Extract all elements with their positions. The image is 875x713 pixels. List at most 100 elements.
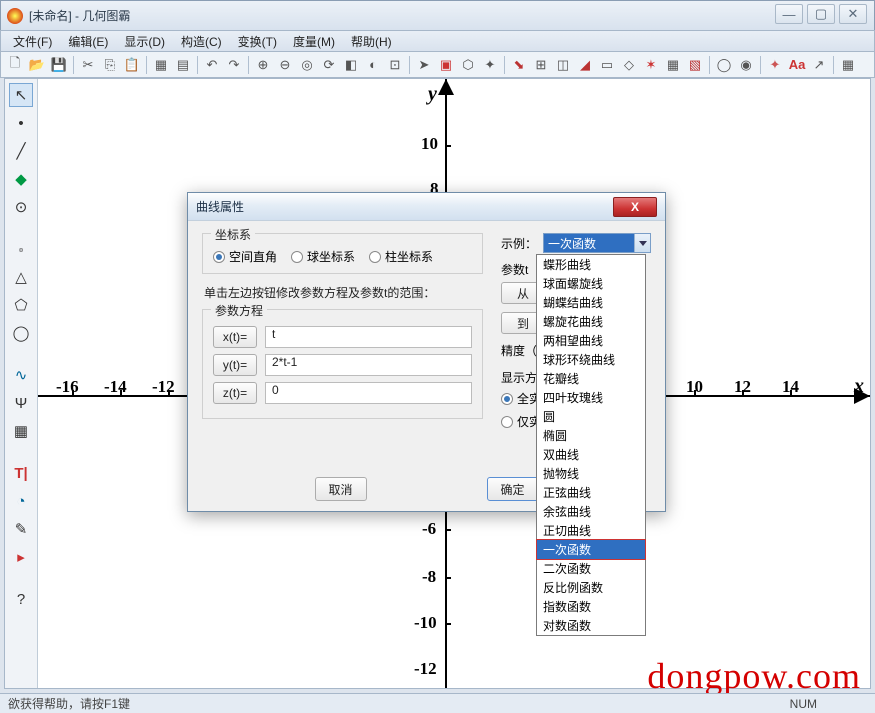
line-tool[interactable]: ╱	[9, 139, 33, 163]
menu-measure[interactable]: 度量(M)	[285, 31, 343, 52]
open-icon[interactable]: 📂	[27, 55, 47, 75]
tool-icon[interactable]: ⊞	[531, 55, 551, 75]
ok-button[interactable]: 确定	[487, 477, 539, 501]
arrow-icon[interactable]: ➤	[414, 55, 434, 75]
pen-tool[interactable]: ✎	[9, 517, 33, 541]
example-dropdown-list[interactable]: 蝶形曲线球面螺旋线蝴蝶结曲线螺旋花曲线两相望曲线球形环绕曲线花瓣线四叶玫瑰线圆椭…	[536, 254, 646, 636]
tool-icon[interactable]: ▭	[597, 55, 617, 75]
tool-icon[interactable]: ▦	[151, 55, 171, 75]
cut-icon[interactable]: ✂	[78, 55, 98, 75]
cancel-button[interactable]: 取消	[315, 477, 367, 501]
yt-input[interactable]: 2*t-1	[265, 354, 472, 376]
dropdown-item[interactable]: 正弦曲线	[537, 483, 645, 502]
dropdown-item[interactable]: 花瓣线	[537, 369, 645, 388]
yt-button[interactable]: y(t)=	[213, 354, 257, 376]
new-icon[interactable]: 🗋	[5, 55, 25, 75]
tool-icon[interactable]: ◫	[553, 55, 573, 75]
dropdown-item[interactable]: 对数函数	[537, 616, 645, 635]
close-button[interactable]: ✕	[839, 4, 867, 24]
tool-icon[interactable]: ▦	[838, 55, 858, 75]
radio-rect[interactable]: 空间直角	[213, 248, 277, 265]
cube-tool[interactable]: ⬞	[9, 237, 33, 261]
redo-icon[interactable]: ↷	[224, 55, 244, 75]
dropdown-item[interactable]: 圆	[537, 407, 645, 426]
dropdown-item[interactable]: 反比例函数	[537, 578, 645, 597]
dialog-close-button[interactable]: X	[613, 197, 657, 217]
polygon-tool[interactable]: ◆	[9, 167, 33, 191]
tool-icon[interactable]: ⬡	[458, 55, 478, 75]
xt-button[interactable]: x(t)=	[213, 326, 257, 348]
dropdown-item[interactable]: 四叶玫瑰线	[537, 388, 645, 407]
measure-tool[interactable]: ◔	[9, 489, 33, 513]
dropdown-item[interactable]: 球形环绕曲线	[537, 350, 645, 369]
pointer-tool[interactable]: ↖	[9, 83, 33, 107]
dropdown-item[interactable]: 椭圆	[537, 426, 645, 445]
zt-input[interactable]: 0	[265, 382, 472, 404]
tool-icon[interactable]: ⊡	[385, 55, 405, 75]
function-tool[interactable]: Ψ	[9, 391, 33, 415]
dropdown-item[interactable]: 螺旋花曲线	[537, 312, 645, 331]
tool-icon[interactable]: ✶	[641, 55, 661, 75]
tool-icon[interactable]: ↗	[809, 55, 829, 75]
menu-edit[interactable]: 编辑(E)	[60, 31, 116, 52]
tool-icon[interactable]: ✦	[765, 55, 785, 75]
menu-construct[interactable]: 构造(C)	[173, 31, 230, 52]
menu-view[interactable]: 显示(D)	[116, 31, 173, 52]
text-icon[interactable]: Aa	[787, 55, 807, 75]
zoom-icon[interactable]: ⊕	[253, 55, 273, 75]
minimize-button[interactable]: —	[775, 4, 803, 24]
play-tool[interactable]: ▸	[9, 545, 33, 569]
calc-tool[interactable]: ▦	[9, 419, 33, 443]
menu-help[interactable]: 帮助(H)	[343, 31, 400, 52]
tool-icon[interactable]: ◯	[714, 55, 734, 75]
tool-icon[interactable]: ▣	[436, 55, 456, 75]
dropdown-item[interactable]: 二次函数	[537, 559, 645, 578]
undo-icon[interactable]: ↶	[202, 55, 222, 75]
tick-label: -8	[422, 567, 436, 587]
tool-icon[interactable]: ◢	[575, 55, 595, 75]
tool-icon[interactable]: ◇	[619, 55, 639, 75]
help-tool[interactable]: ?	[9, 587, 33, 611]
dropdown-item[interactable]: 抛物线	[537, 464, 645, 483]
chevron-down-icon[interactable]	[634, 234, 650, 252]
circle-tool[interactable]: ⊙	[9, 195, 33, 219]
xt-input[interactable]: t	[265, 326, 472, 348]
example-combo[interactable]: 一次函数	[543, 233, 651, 253]
save-icon[interactable]: 💾	[49, 55, 69, 75]
maximize-button[interactable]: ▢	[807, 4, 835, 24]
dropdown-item[interactable]: 蝴蝶结曲线	[537, 293, 645, 312]
point-tool[interactable]: •	[9, 111, 33, 135]
tool-icon[interactable]: ⬊	[509, 55, 529, 75]
tool-icon[interactable]: ◉	[736, 55, 756, 75]
zt-button[interactable]: z(t)=	[213, 382, 257, 404]
tool-icon[interactable]: ◐	[363, 55, 383, 75]
tool-icon[interactable]: ⟳	[319, 55, 339, 75]
dropdown-item[interactable]: 指数函数	[537, 597, 645, 616]
dropdown-item[interactable]: 一次函数	[536, 539, 646, 560]
dropdown-item[interactable]: 两相望曲线	[537, 331, 645, 350]
tool-icon[interactable]: ▦	[663, 55, 683, 75]
tool-icon[interactable]: ◧	[341, 55, 361, 75]
tetra-tool[interactable]: △	[9, 265, 33, 289]
menu-file[interactable]: 文件(F)	[5, 31, 60, 52]
tool-icon[interactable]: ◎	[297, 55, 317, 75]
radio-sphere[interactable]: 球坐标系	[291, 248, 355, 265]
dropdown-item[interactable]: 双曲线	[537, 445, 645, 464]
tool-icon[interactable]: ✦	[480, 55, 500, 75]
zoom-icon[interactable]: ⊖	[275, 55, 295, 75]
text-tool[interactable]: T|	[9, 461, 33, 485]
paste-icon[interactable]: 📋	[122, 55, 142, 75]
dialog-titlebar[interactable]: 曲线属性 X	[188, 193, 665, 221]
menu-transform[interactable]: 变换(T)	[230, 31, 285, 52]
dropdown-item[interactable]: 蝶形曲线	[537, 255, 645, 274]
dropdown-item[interactable]: 正切曲线	[537, 521, 645, 540]
dropdown-item[interactable]: 余弦曲线	[537, 502, 645, 521]
copy-icon[interactable]: ⎘	[100, 55, 120, 75]
curve-tool[interactable]: ∿	[9, 363, 33, 387]
sphere-tool[interactable]: ◯	[9, 321, 33, 345]
prism-tool[interactable]: ⬠	[9, 293, 33, 317]
dropdown-item[interactable]: 球面螺旋线	[537, 274, 645, 293]
tool-icon[interactable]: ▧	[685, 55, 705, 75]
radio-cylinder[interactable]: 柱坐标系	[369, 248, 433, 265]
tool-icon[interactable]: ▤	[173, 55, 193, 75]
